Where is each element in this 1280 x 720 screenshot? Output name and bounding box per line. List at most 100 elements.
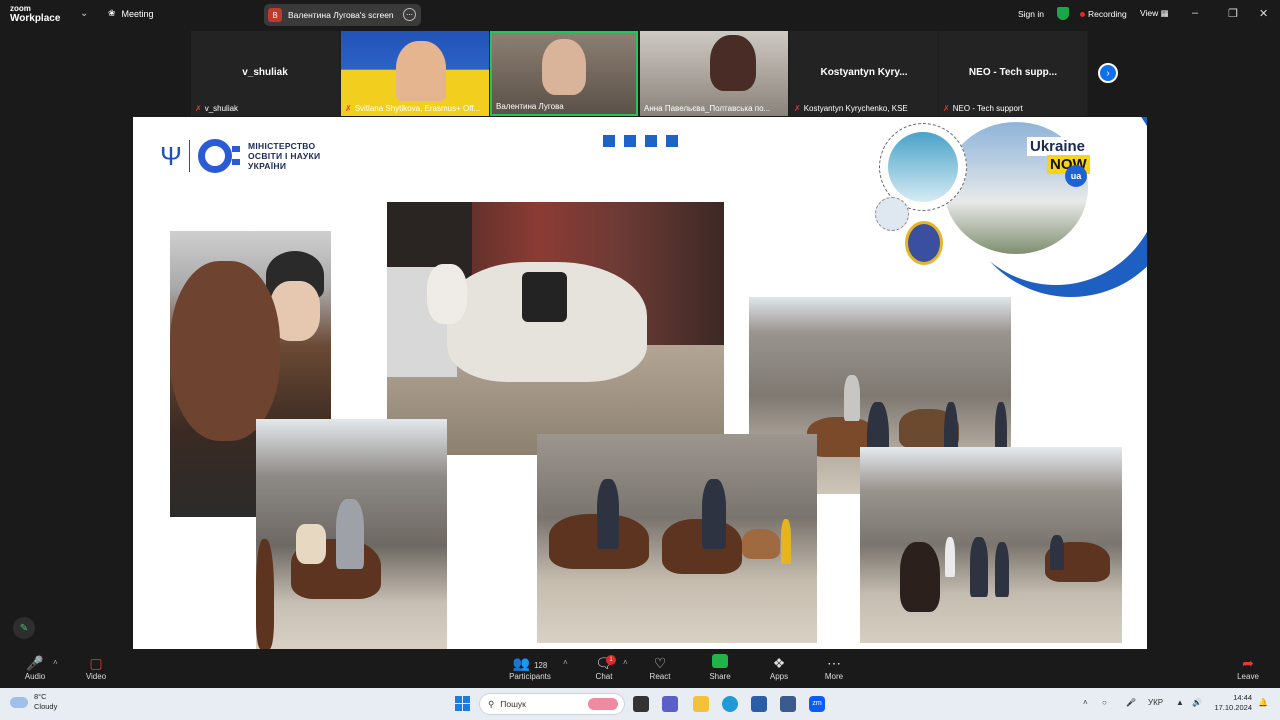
zoom-taskbar-icon[interactable]: zm bbox=[809, 696, 825, 712]
system-clock[interactable]: 14:44 17.10.2024 bbox=[1208, 693, 1252, 713]
participant-caption: ✗ Kostyantyn Kyrychenko, KSE bbox=[794, 104, 908, 113]
ministry-line3: УКРАЇНИ bbox=[248, 161, 287, 171]
network-icon[interactable]: ○ bbox=[1102, 698, 1107, 707]
leave-label: Leave bbox=[1237, 672, 1259, 681]
top-bar: zoom Workplace ⌄ ❀ Meeting В Валентина Л… bbox=[0, 0, 1280, 30]
chat-options-caret[interactable]: ˄ bbox=[623, 658, 628, 667]
mic-off-icon: ✗ bbox=[794, 104, 801, 113]
decorative-squares bbox=[603, 135, 678, 147]
recording-indicator[interactable]: Recording bbox=[1080, 9, 1127, 19]
meeting-label: Meeting bbox=[121, 8, 154, 19]
shield-icon[interactable] bbox=[1057, 7, 1069, 20]
react-button[interactable]: ♡ React bbox=[630, 654, 690, 681]
more-button[interactable]: ⋯ More bbox=[804, 654, 864, 681]
participants-options-caret[interactable]: ˄ bbox=[563, 658, 568, 667]
participant-tile[interactable]: v_shuliak ✗ v_shuliak bbox=[191, 31, 339, 116]
logo-line2: Workplace bbox=[10, 13, 61, 24]
record-dot-icon bbox=[1080, 11, 1085, 17]
react-label: React bbox=[649, 672, 671, 681]
share-screen-icon bbox=[690, 654, 750, 672]
next-page-button[interactable]: › bbox=[1098, 63, 1118, 83]
shared-screen-label: Валентина Лугова's screen bbox=[288, 10, 394, 20]
file-explorer-icon[interactable] bbox=[693, 696, 709, 712]
ukraine-now-badge: Ukraine NOW ua bbox=[871, 117, 1147, 297]
mic-off-icon: ✗ bbox=[345, 104, 352, 113]
caption-text: Валентина Лугова bbox=[496, 102, 564, 111]
view-button[interactable]: View ▦ bbox=[1140, 8, 1169, 19]
mic-off-icon: ✗ bbox=[195, 104, 202, 113]
meeting-info-button[interactable]: ❀ Meeting bbox=[108, 8, 154, 19]
chat-label: Chat bbox=[595, 672, 613, 681]
shared-screen-pill[interactable]: В Валентина Лугова's screen ⋯ bbox=[264, 4, 421, 26]
store-icon[interactable] bbox=[751, 696, 767, 712]
sign-in-button[interactable]: Sign in bbox=[1018, 9, 1044, 19]
participants-label: Participants bbox=[509, 672, 551, 681]
more-icon: ⋯ bbox=[827, 655, 841, 671]
participant-tile-active-speaker[interactable]: Валентина Лугова bbox=[490, 31, 638, 116]
recording-label: Recording bbox=[1088, 9, 1127, 19]
volume-icon[interactable]: 🔊 bbox=[1192, 698, 1202, 707]
participant-caption: Анна Павельєва_Полтавська по... bbox=[644, 104, 770, 113]
minimize-icon[interactable]: – bbox=[1192, 7, 1198, 19]
participant-strip: v_shuliak ✗ v_shuliak ✗ Svitlana Shytikova… bbox=[191, 31, 1088, 116]
wifi-icon[interactable]: ▲ bbox=[1176, 698, 1184, 707]
video-off-icon: ▢ bbox=[89, 655, 103, 671]
participant-video bbox=[542, 39, 586, 95]
app-icon[interactable] bbox=[780, 696, 796, 712]
ministry-logo: Ψ МІНІСТЕРСТВО ОСВІТИ І НАУКИ УКРАЇНИ bbox=[159, 139, 320, 173]
microphone-icon[interactable]: 🎤 bbox=[1126, 698, 1136, 707]
ministry-line1: МІНІСТЕРСТВО bbox=[248, 141, 316, 151]
search-placeholder: Пошук bbox=[500, 699, 526, 709]
more-options-icon[interactable]: ⋯ bbox=[403, 8, 416, 21]
chat-unread-badge: 1 bbox=[606, 655, 616, 665]
participant-caption: ✗ Svitlana Shytikova, Erasmus+ Off... bbox=[345, 104, 480, 113]
university-crest bbox=[905, 221, 943, 265]
start-button[interactable] bbox=[455, 696, 470, 711]
teams-icon[interactable] bbox=[662, 696, 678, 712]
weather-text: Cloudy bbox=[34, 702, 58, 711]
zoom-logo[interactable]: zoom Workplace bbox=[10, 4, 60, 24]
small-photo bbox=[875, 197, 909, 231]
audio-label: Audio bbox=[24, 672, 46, 681]
participants-icon: 👥 128 bbox=[512, 655, 548, 671]
edge-icon[interactable] bbox=[722, 696, 738, 712]
participant-name: Kostyantyn Kyry... bbox=[820, 67, 908, 78]
tray-chevron-icon[interactable]: ˄ bbox=[1083, 698, 1088, 707]
leave-button[interactable]: ➦ Leave bbox=[1218, 654, 1278, 681]
paw-icon: ❀ bbox=[108, 8, 116, 18]
annotate-pen-icon[interactable]: ✎ bbox=[13, 617, 35, 639]
chevron-down-icon[interactable]: ⌄ bbox=[80, 8, 88, 19]
participants-count: 128 bbox=[533, 661, 548, 670]
participant-caption: ✗ NEO - Tech support bbox=[943, 104, 1023, 113]
close-icon[interactable]: ✕ bbox=[1259, 7, 1268, 20]
mic-off-icon: ✗ bbox=[943, 104, 950, 113]
audio-options-caret[interactable]: ˄ bbox=[53, 658, 58, 667]
mon-logo-mark bbox=[198, 139, 240, 173]
caption-text: Анна Павельєва_Полтавська по... bbox=[644, 104, 771, 113]
maximize-icon[interactable]: ❐ bbox=[1228, 7, 1238, 20]
share-button[interactable]: Share bbox=[690, 654, 750, 681]
ministry-line2: ОСВІТИ І НАУКИ bbox=[248, 151, 321, 161]
photo-white-horse-stable bbox=[387, 202, 724, 455]
clock-time: 14:44 bbox=[1233, 693, 1252, 702]
notification-bell-icon[interactable]: 🔔 bbox=[1258, 698, 1268, 707]
participant-name: v_shuliak bbox=[242, 67, 288, 78]
taskbar-search[interactable]: ⚲ Пошук bbox=[479, 693, 625, 715]
video-label: Video bbox=[85, 672, 107, 681]
participant-tile[interactable]: Анна Павельєва_Полтавська по... bbox=[640, 31, 788, 116]
language-indicator[interactable]: УКР bbox=[1148, 698, 1163, 707]
task-view-icon[interactable] bbox=[633, 696, 649, 712]
trident-icon: Ψ bbox=[160, 141, 182, 171]
cloud-icon bbox=[10, 696, 28, 708]
leave-icon: ➦ bbox=[1242, 655, 1254, 671]
participant-tile[interactable]: ✗ Svitlana Shytikova, Erasmus+ Off... bbox=[341, 31, 489, 116]
video-button[interactable]: ▢ Video bbox=[66, 654, 126, 681]
participant-tile[interactable]: NEO - Tech supp... ✗ NEO - Tech support bbox=[939, 31, 1087, 116]
participants-button[interactable]: 👥 128 Participants bbox=[500, 654, 560, 681]
photo-two-riders-beach bbox=[537, 434, 817, 643]
participant-video bbox=[710, 35, 756, 91]
weather-widget[interactable]: 8°C Cloudy bbox=[10, 692, 57, 712]
chevron-right-icon: › bbox=[1106, 67, 1110, 79]
apps-button[interactable]: ❖ Apps bbox=[749, 654, 809, 681]
participant-tile[interactable]: Kostyantyn Kyry... ✗ Kostyantyn Kyrychenk… bbox=[790, 31, 938, 116]
